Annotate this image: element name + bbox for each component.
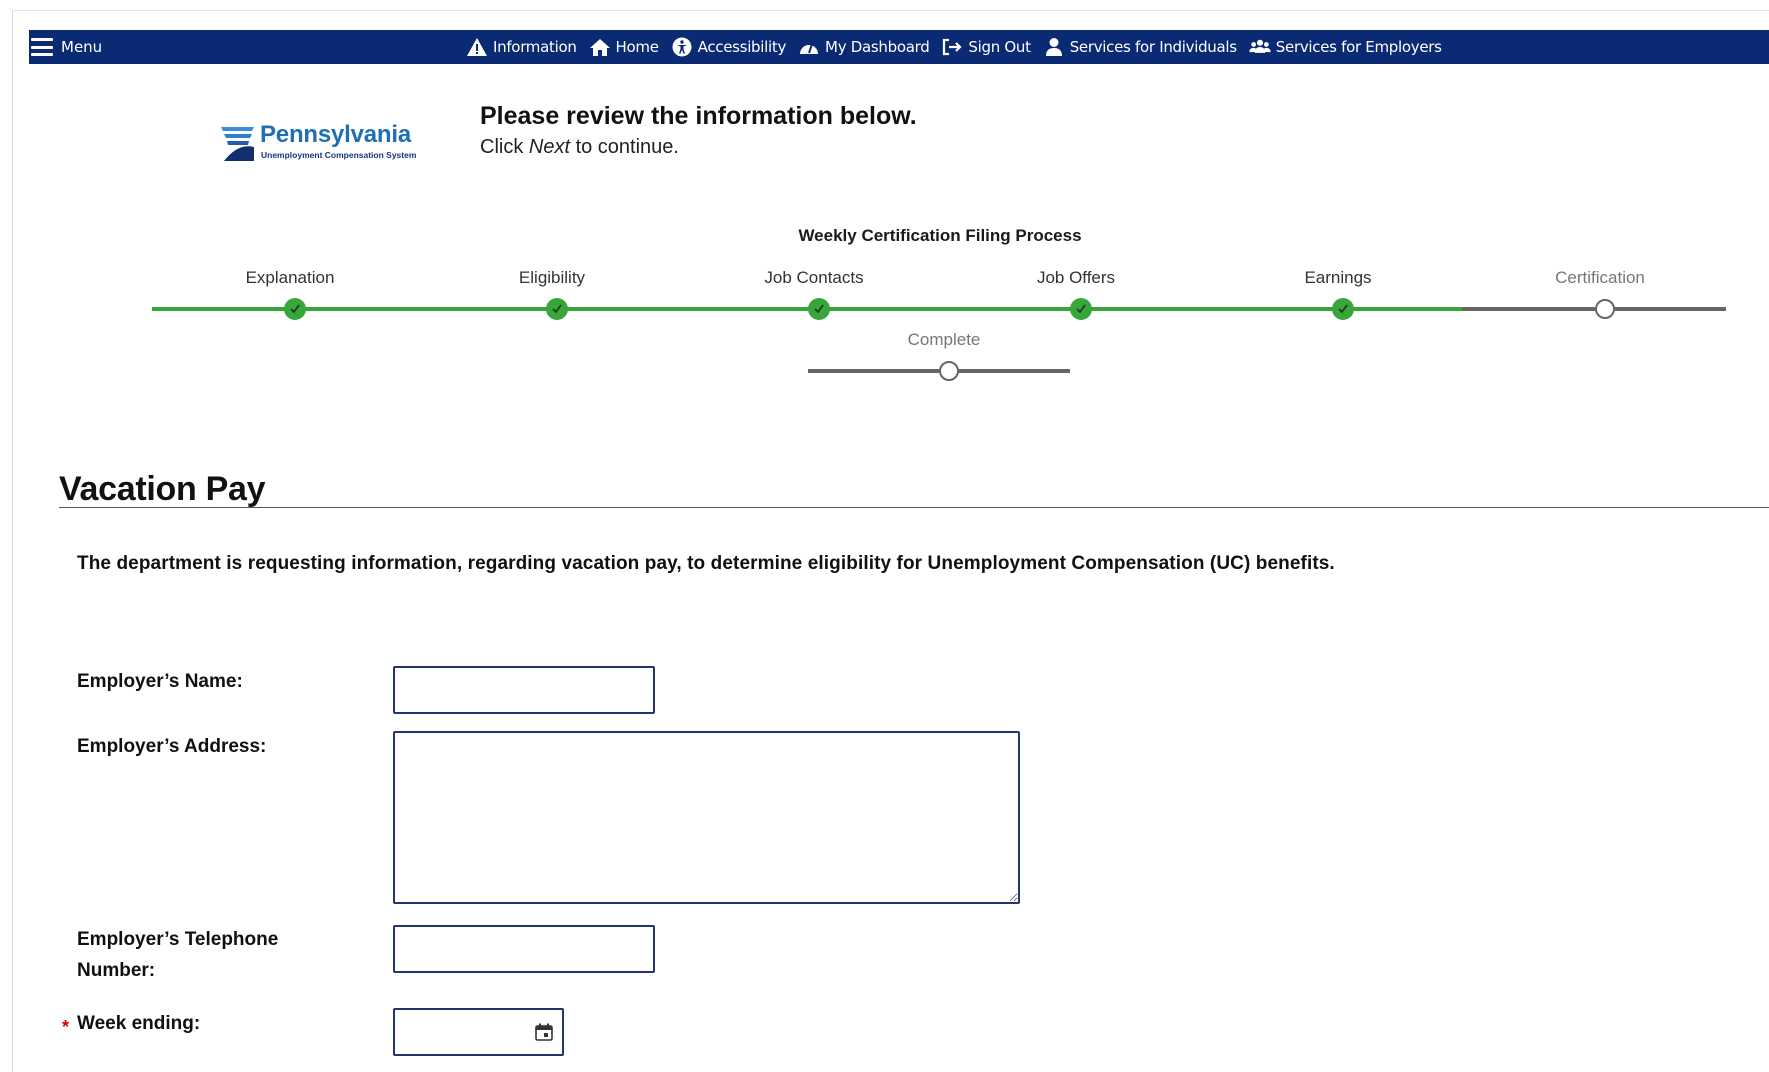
page-instructions: Click Next to continue.	[480, 136, 679, 159]
step-label-explanation: Explanation	[245, 268, 335, 287]
nav-link-label: Services for Employers	[1275, 38, 1442, 56]
logo-wordmark: Pennsylvania	[260, 121, 412, 148]
dashboard-icon	[798, 36, 820, 58]
nav-link-label: Information	[493, 38, 577, 56]
nav-link-label: Home	[615, 38, 659, 56]
employer-name-input[interactable]	[393, 666, 655, 714]
accessibility-icon	[671, 36, 693, 58]
nav-link-services-employers[interactable]: Services for Employers	[1249, 36, 1442, 58]
employer-telephone-label: Employer’s Telephone Number:	[77, 924, 278, 986]
employer-address-textarea[interactable]	[393, 731, 1020, 904]
nav-link-information[interactable]: Information	[466, 36, 577, 58]
keystone-logo-icon	[221, 127, 254, 161]
employer-telephone-label-line1: Employer’s Telephone	[77, 929, 279, 950]
top-nav-bar: Menu Information Home Accessibility My D…	[29, 30, 1769, 64]
step-label-eligibility: Eligibility	[518, 268, 586, 287]
step-check-icon	[1070, 298, 1092, 320]
section-title: Vacation Pay	[59, 470, 266, 508]
employer-address-label: Employer’s Address:	[77, 736, 267, 757]
menu-button[interactable]: Menu	[29, 30, 102, 64]
step-pending-circle-icon	[939, 361, 959, 381]
calendar-icon[interactable]	[534, 1022, 554, 1042]
person-icon	[1043, 36, 1065, 58]
nav-link-home[interactable]: Home	[589, 36, 659, 58]
nav-link-sign-out[interactable]: Sign Out	[941, 36, 1031, 58]
step-check-icon	[808, 298, 830, 320]
logo-subtitle: Unemployment Compensation System	[261, 150, 417, 160]
step-check-icon	[1332, 298, 1354, 320]
step-check-icon	[546, 298, 568, 320]
nav-link-label: Accessibility	[697, 38, 787, 56]
progress-title: Weekly Certification Filing Process	[798, 226, 1082, 245]
progress-track-remaining	[1462, 307, 1726, 311]
employer-name-label: Employer’s Name:	[77, 671, 243, 692]
employer-telephone-label-line2: Number:	[77, 960, 156, 981]
nav-link-label: Services for Individuals	[1069, 38, 1237, 56]
progress-track	[152, 307, 1726, 311]
step-label-certification: Certification	[1555, 268, 1645, 287]
step-label-complete: Complete	[907, 330, 981, 349]
nav-links: Information Home Accessibility My Dashbo…	[466, 30, 1442, 64]
nav-link-my-dashboard[interactable]: My Dashboard	[798, 36, 930, 58]
step-label-earnings: Earnings	[1304, 268, 1372, 287]
sign-out-icon	[941, 36, 963, 58]
step-check-icon	[284, 298, 306, 320]
warning-icon	[466, 36, 488, 58]
nav-link-services-individuals[interactable]: Services for Individuals	[1043, 36, 1237, 58]
group-icon	[1249, 36, 1271, 58]
instructions-next-emphasis: Next	[528, 136, 571, 158]
section-intro: The department is requesting information…	[77, 553, 1335, 574]
step-pending-circle-icon	[1595, 299, 1615, 319]
nav-link-label: My Dashboard	[825, 38, 930, 56]
menu-label: Menu	[61, 38, 103, 56]
instructions-prefix: Click	[480, 136, 529, 158]
progress-track-completed	[152, 307, 1462, 311]
step-label-job-offers: Job Offers	[1036, 268, 1116, 287]
page: Menu Information Home Accessibility My D…	[0, 0, 1769, 1072]
week-ending-field	[393, 1008, 564, 1056]
hamburger-icon	[31, 38, 53, 56]
nav-link-label: Sign Out	[968, 38, 1031, 56]
employer-telephone-input[interactable]	[393, 925, 655, 973]
window-edge-top	[12, 10, 1769, 11]
week-ending-label: Week ending:	[77, 1013, 201, 1034]
home-icon	[589, 36, 611, 58]
page-title: Please review the information below.	[480, 102, 917, 130]
required-asterisk: *	[62, 1017, 70, 1037]
pennsylvania-logo[interactable]: Pennsylvania Unemployment Compensation S…	[218, 118, 442, 166]
section-divider	[59, 507, 1769, 508]
nav-link-accessibility[interactable]: Accessibility	[671, 36, 786, 58]
instructions-suffix: to continue.	[570, 136, 679, 158]
step-label-job-contacts: Job Contacts	[764, 268, 864, 287]
window-edge-left	[12, 10, 13, 1072]
